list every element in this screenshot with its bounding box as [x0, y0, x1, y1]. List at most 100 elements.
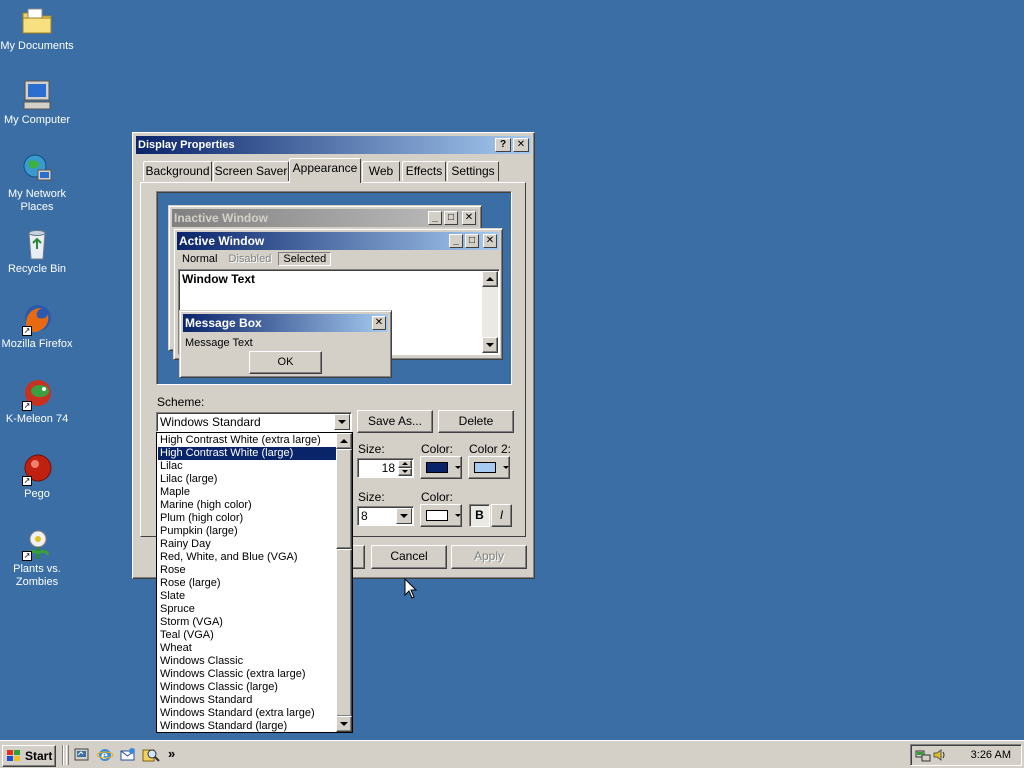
volume-tray-icon[interactable] — [932, 747, 948, 763]
tab-screen-saver[interactable]: Screen Saver — [213, 161, 289, 181]
scroll-down-button[interactable] — [336, 716, 352, 732]
scheme-list-item[interactable]: Lilac — [158, 460, 337, 473]
scheme-dropdown-list[interactable]: High Contrast White (extra large) High Co… — [156, 432, 353, 733]
system-tray: 3:26 AM — [910, 744, 1022, 766]
italic-icon: I — [499, 508, 504, 522]
tab-settings[interactable]: Settings — [447, 161, 499, 181]
scroll-up-button[interactable] — [336, 433, 352, 449]
scheme-list-item[interactable]: Windows Classic (large) — [158, 681, 337, 694]
chevron-down-icon — [455, 465, 461, 469]
preview-msgbox-title: Message Box — [185, 316, 262, 330]
tab-background[interactable]: Background — [143, 161, 212, 181]
outlook-express-icon[interactable] — [119, 747, 137, 763]
dialog-titlebar[interactable]: Display Properties ? ✕ — [136, 136, 531, 154]
scrollbar-thumb[interactable] — [336, 549, 352, 717]
scheme-list-item[interactable]: Storm (VGA) — [158, 616, 337, 629]
internet-explorer-icon[interactable]: e — [96, 747, 114, 763]
preview-active-titlebar: Active Window _ □ ✕ — [177, 232, 499, 250]
item-size-spinner[interactable]: 18 — [357, 458, 414, 478]
scroll-up-icon — [482, 271, 498, 287]
tab-label: Settings — [451, 164, 495, 178]
help-button[interactable]: ? — [495, 138, 511, 152]
scheme-list-item[interactable]: Pumpkin (large) — [158, 525, 337, 538]
scheme-list-item[interactable]: Lilac (large) — [158, 473, 337, 486]
scheme-list-item[interactable]: Windows Standard (extra large) — [158, 707, 337, 720]
desktop-icon-label: Plants vs. Zombies — [13, 563, 61, 588]
quick-launch-grip[interactable] — [66, 745, 69, 765]
preview-msgbox-titlebar: Message Box ✕ — [183, 314, 388, 332]
taskbar-divider — [62, 745, 64, 765]
chevron-down-icon[interactable] — [334, 414, 350, 430]
search-icon[interactable] — [142, 747, 160, 763]
delete-button[interactable]: Delete — [438, 410, 514, 433]
tab-label: Web — [368, 164, 394, 178]
dialog-title: Display Properties — [138, 139, 235, 151]
scheme-list-item[interactable]: Rose — [158, 564, 337, 577]
scheme-list-scrollbar[interactable] — [336, 433, 352, 732]
start-button[interactable]: Start — [2, 745, 56, 767]
desktop-icon-mozilla-firefox[interactable]: ↗ Mozilla Firefox — [0, 302, 74, 351]
desktop-icon-label: Recycle Bin — [7, 263, 67, 275]
scheme-list-item[interactable]: Plum (high color) — [158, 512, 337, 525]
scheme-list-item[interactable]: Windows Classic (extra large) — [158, 668, 337, 681]
desktop-icon-plants-vs-zombies[interactable]: ↗ Plants vs. Zombies — [0, 527, 74, 589]
desktop-icon-my-network-places[interactable]: My Network Places — [0, 152, 74, 214]
item-color-label: Color: — [421, 442, 454, 456]
tab-effects[interactable]: Effects — [402, 161, 446, 181]
scheme-dropdown[interactable]: Windows Standard — [156, 412, 352, 432]
maximize-icon: □ — [465, 234, 479, 248]
item-color-picker[interactable] — [420, 456, 462, 479]
scheme-list-item[interactable]: Wheat — [158, 642, 337, 655]
item-color2-label: Color 2: — [469, 442, 512, 456]
font-color-picker[interactable] — [420, 504, 462, 527]
save-as-button[interactable]: Save As... — [357, 410, 433, 433]
desktop-icon-recycle-bin[interactable]: Recycle Bin — [0, 227, 74, 276]
chevron-down-icon — [503, 465, 509, 469]
scheme-preview[interactable]: Inactive Window _ □ ✕ Active Window _ □ … — [156, 191, 512, 385]
close-button[interactable]: ✕ — [513, 138, 529, 152]
scheme-list-item[interactable]: Marine (high color) — [158, 499, 337, 512]
desktop-icon-k-meleon[interactable]: ↗ K-Meleon 74 — [0, 377, 74, 426]
scheme-list-item[interactable]: Maple — [158, 486, 337, 499]
scheme-list-item[interactable]: Windows Standard (large) — [158, 720, 337, 732]
bold-toggle[interactable]: B — [469, 504, 490, 527]
color-swatch — [474, 462, 496, 473]
recycle-bin-icon — [20, 227, 54, 261]
font-size-label: Size: — [358, 490, 385, 504]
font-size-dropdown[interactable]: 8 — [357, 506, 414, 526]
preview-inactive-title: Inactive Window — [174, 211, 268, 225]
scroll-down-icon — [482, 337, 498, 353]
network-tray-icon[interactable] — [915, 747, 931, 763]
italic-toggle[interactable]: I — [491, 504, 512, 527]
scheme-list-item[interactable]: Rose (large) — [158, 577, 337, 590]
taskbar: Start e » 3:26 AM — [0, 740, 1024, 768]
tab-web[interactable]: Web — [362, 161, 400, 181]
color-swatch — [426, 462, 448, 473]
scheme-list-item[interactable]: Red, White, and Blue (VGA) — [158, 551, 337, 564]
tab-appearance[interactable]: Appearance — [289, 158, 361, 183]
quick-launch-chevron-icon[interactable]: » — [168, 746, 175, 761]
spin-up-icon[interactable] — [398, 460, 412, 468]
scheme-list-item[interactable]: Windows Standard — [158, 694, 337, 707]
show-desktop-icon[interactable] — [73, 747, 91, 763]
scheme-list-item[interactable]: Spruce — [158, 603, 337, 616]
scheme-list-item[interactable]: High Contrast White (large) — [158, 447, 337, 460]
shortcut-arrow-icon: ↗ — [22, 551, 32, 561]
scheme-list-item[interactable]: Slate — [158, 590, 337, 603]
minimize-icon: _ — [449, 234, 463, 248]
desktop-icon-my-documents[interactable]: My Documents — [0, 4, 74, 53]
scheme-list-item[interactable]: Rainy Day — [158, 538, 337, 551]
spin-down-icon[interactable] — [398, 468, 412, 476]
cancel-button[interactable]: Cancel — [371, 545, 447, 569]
desktop-icon-my-computer[interactable]: My Computer — [0, 78, 74, 127]
color-swatch — [426, 510, 448, 521]
desktop-icon-pego[interactable]: ↗ Pego — [0, 452, 74, 501]
font-color-label: Color: — [421, 490, 454, 504]
preview-ok-label: OK — [277, 356, 294, 368]
item-color2-picker[interactable] — [468, 456, 510, 479]
scheme-list-item[interactable]: High Contrast White (extra large) — [158, 434, 337, 447]
chevron-down-icon[interactable] — [396, 508, 412, 524]
scheme-list-item[interactable]: Teal (VGA) — [158, 629, 337, 642]
scheme-list-item[interactable]: Windows Classic — [158, 655, 337, 668]
scrollbar-track-upper[interactable] — [336, 449, 352, 549]
